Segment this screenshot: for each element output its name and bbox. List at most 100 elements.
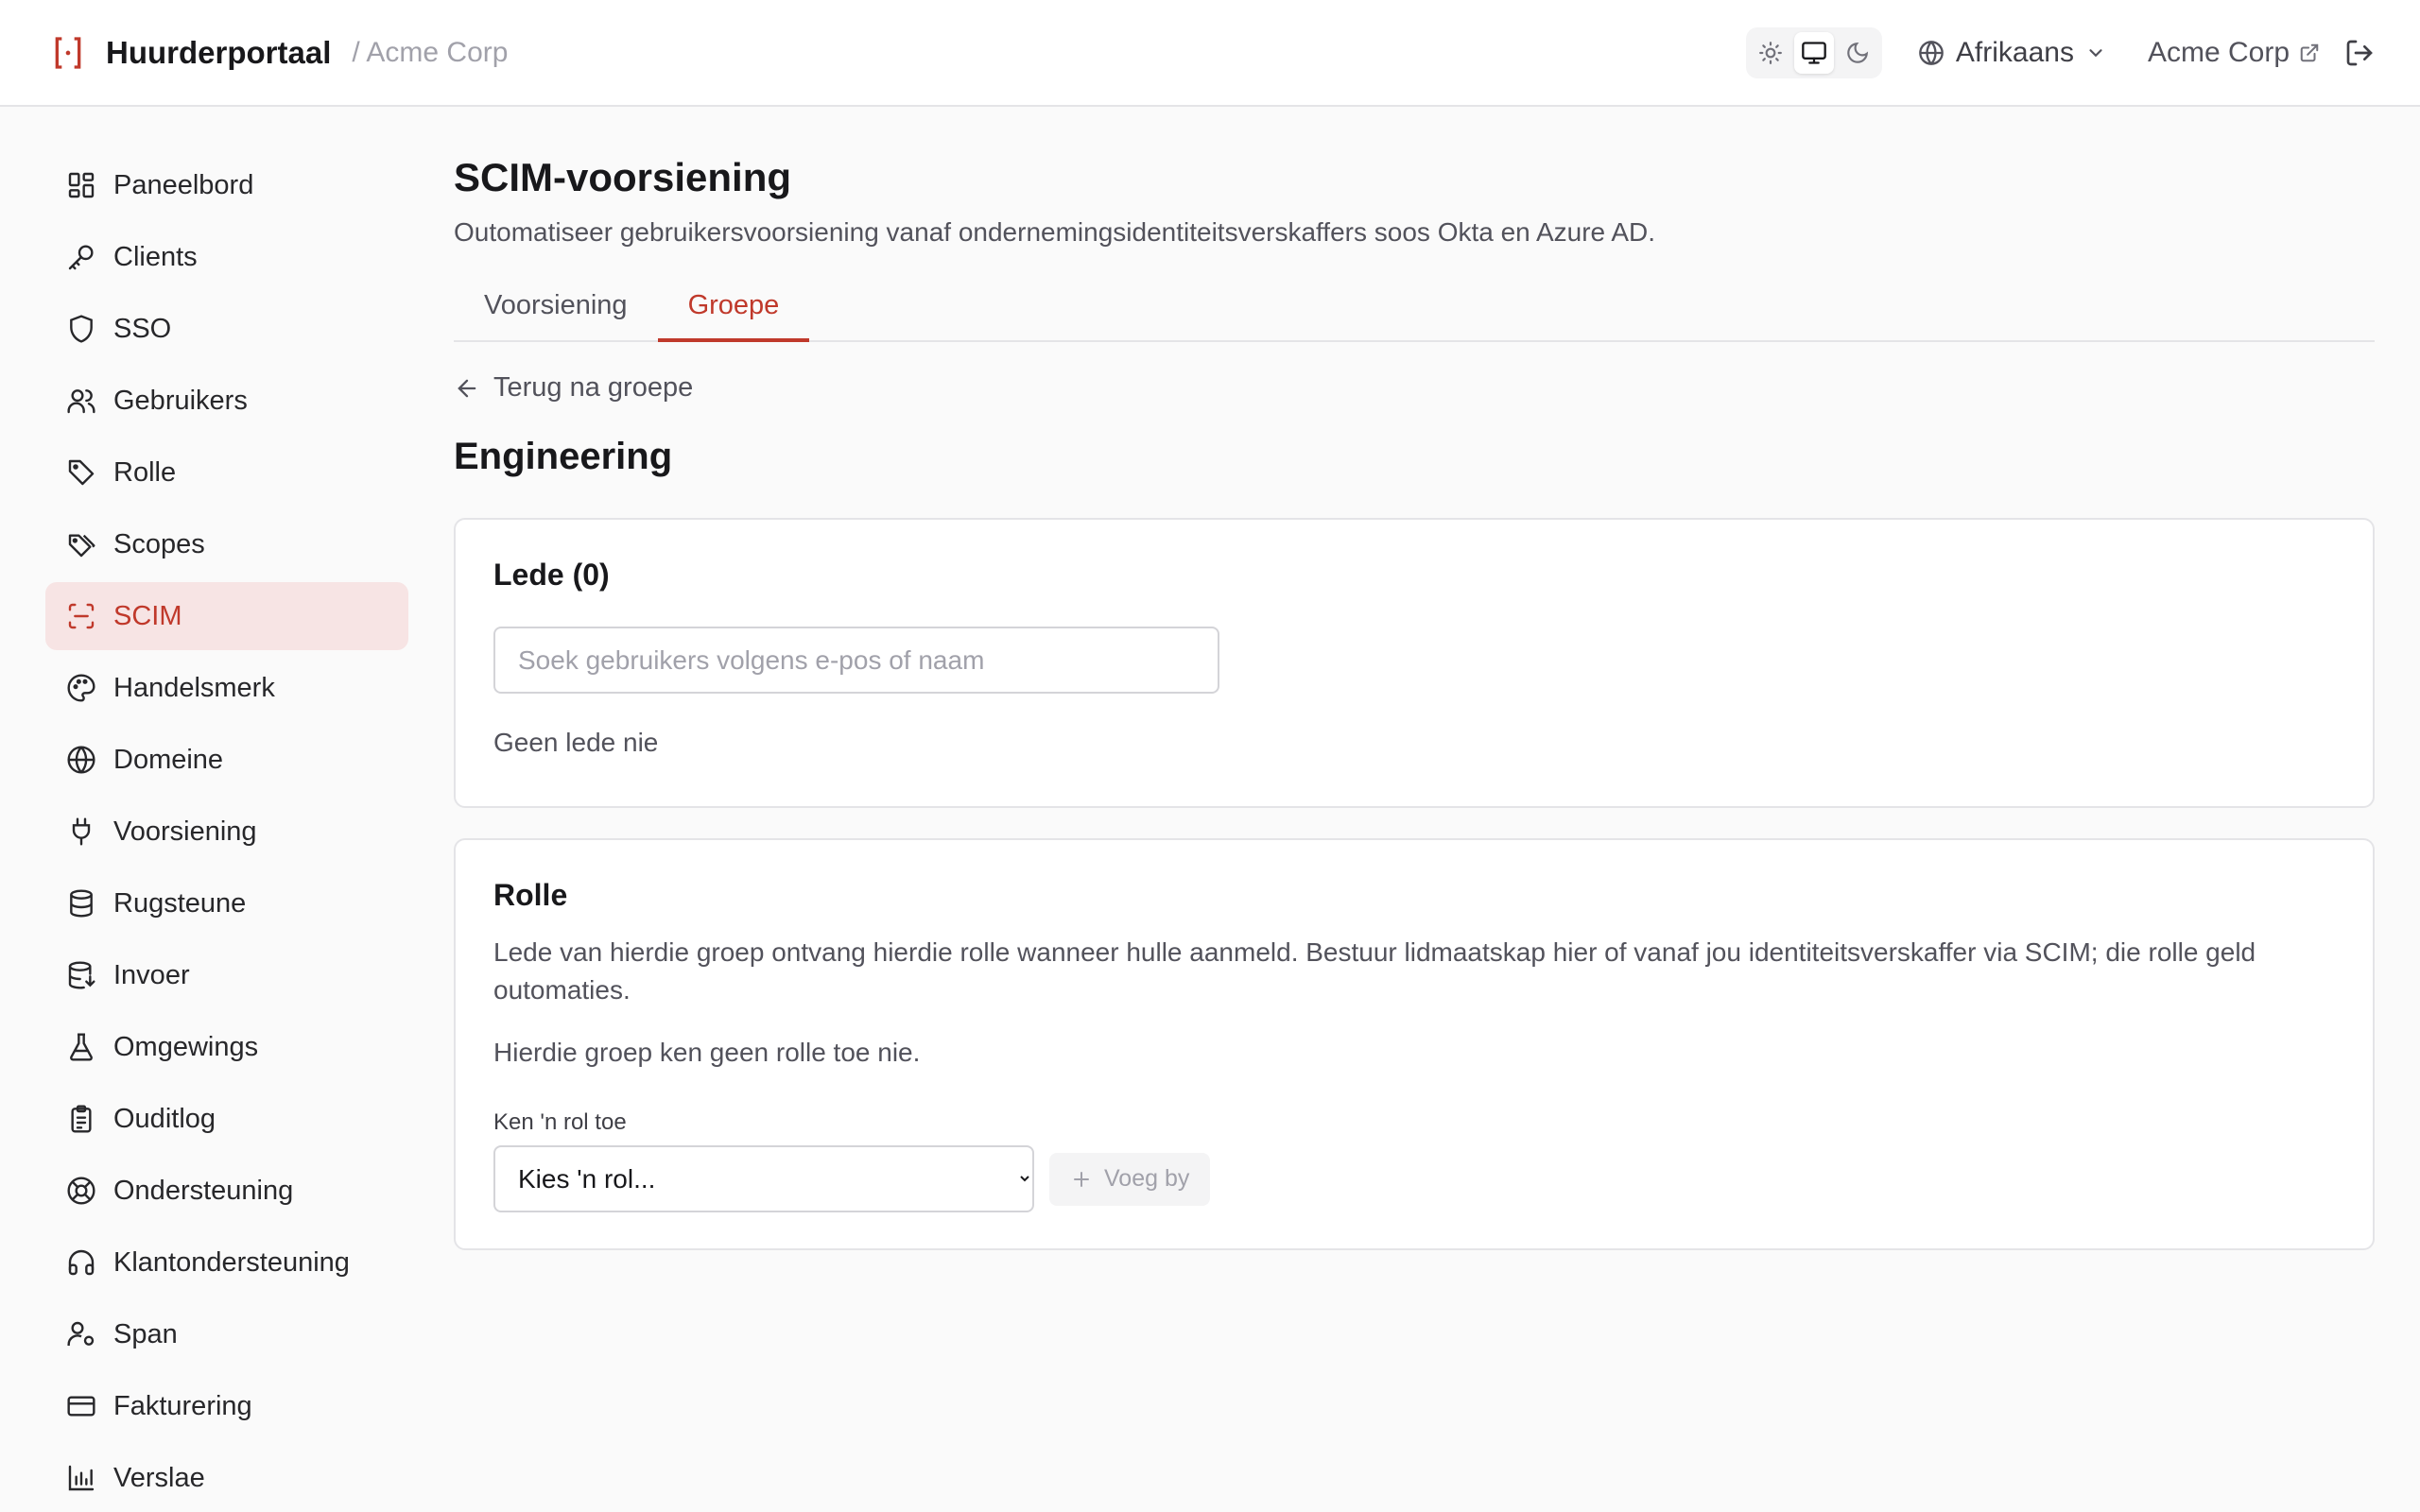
logout-button[interactable] xyxy=(2344,38,2375,68)
moon-icon xyxy=(1847,42,1868,63)
page-description: Outomatiseer gebruikersvoorsiening vanaf… xyxy=(454,217,1656,247)
assign-role-row: Kies 'n rol... Voeg by xyxy=(493,1145,2335,1212)
sun-icon xyxy=(1758,41,1782,64)
headphones-icon xyxy=(68,1249,95,1276)
role-select[interactable]: Kies 'n rol... xyxy=(493,1145,1034,1212)
member-search-input[interactable] xyxy=(493,627,1219,694)
users-icon xyxy=(67,389,95,414)
sidebar-item-rugsteune[interactable]: Rugsteune xyxy=(45,869,408,937)
monitor-icon xyxy=(1802,41,1826,64)
sidebar-item-label: Domeine xyxy=(113,744,224,775)
sidebar-item-handelsmerk[interactable]: Handelsmerk xyxy=(45,654,408,722)
globe-icon xyxy=(67,746,95,774)
sidebar-item-label: Voorsiening xyxy=(113,816,257,847)
sidebar-item-domeine[interactable]: Domeine xyxy=(45,726,408,794)
sidebar-item-fakturering[interactable]: Fakturering xyxy=(45,1372,408,1440)
sidebar-item-label: Ondersteuning xyxy=(113,1175,294,1206)
logout-icon xyxy=(2346,40,2373,65)
sidebar-item-clients[interactable]: Clients xyxy=(45,223,408,291)
sidebar-item-ouditlog[interactable]: Ouditlog xyxy=(45,1085,408,1153)
bar-chart-icon xyxy=(68,1465,95,1491)
sidebar-item-klantondersteuning[interactable]: Klantondersteuning xyxy=(45,1228,408,1297)
tab-groepe[interactable]: Groepe xyxy=(657,272,810,342)
group-title: Engineering xyxy=(454,436,673,477)
external-link-icon xyxy=(2300,43,2319,61)
tab-voorsiening[interactable]: Voorsiening xyxy=(454,272,658,342)
tags-icon xyxy=(68,534,95,558)
sidebar-item-scopes[interactable]: Scopes xyxy=(45,510,408,578)
page-title: SCIM-voorsiening xyxy=(454,155,792,199)
members-card: Lede (0) Geen lede nie xyxy=(454,518,2375,808)
dashboard-icon xyxy=(68,172,95,198)
scim-logo-icon xyxy=(55,36,81,69)
sidebar-item-label: Ouditlog xyxy=(113,1103,216,1134)
assign-role-label: Ken 'n rol toe xyxy=(493,1109,627,1135)
sidebar-item-label: SCIM xyxy=(113,600,182,631)
shield-icon xyxy=(70,315,93,343)
members-title: Lede (0) xyxy=(493,558,610,592)
sidebar-item-label: Omgewings xyxy=(113,1031,259,1062)
sidebar-item-label: Fakturering xyxy=(113,1390,252,1421)
sidebar-item-label: Scopes xyxy=(113,528,205,559)
sidebar-item-span[interactable]: Span xyxy=(45,1300,408,1368)
sidebar-item-invoer[interactable]: Invoer xyxy=(45,941,408,1009)
roles-description: Lede van hierdie groep ontvang hierdie r… xyxy=(493,937,2256,1005)
theme-toggle xyxy=(1745,26,1882,78)
globe-icon xyxy=(1919,40,1944,65)
arrow-left-icon xyxy=(458,379,476,397)
language-label: Afrikaans xyxy=(1955,36,2074,68)
credit-card-icon xyxy=(67,1396,95,1417)
roles-card: Rolle Lede van hierdie groep ontvang hie… xyxy=(454,838,2375,1250)
plug-icon xyxy=(72,817,91,846)
main-content: SCIM-voorsiening Outomatiseer gebruikers… xyxy=(454,151,2375,1250)
sidebar-item-label: Verslae xyxy=(113,1462,205,1493)
clipboard-icon xyxy=(71,1105,92,1133)
tenant-external-link[interactable]: Acme Corp xyxy=(2148,37,2320,69)
sidebar-item-label: Gebruikers xyxy=(113,385,248,416)
system-theme-button[interactable] xyxy=(1793,31,1834,74)
tenant-link-label: Acme Corp xyxy=(2147,36,2290,68)
brand[interactable]: Huurderportaal / Acme Corp xyxy=(49,34,508,72)
top-header: Huurderportaal / Acme Corp Afrikaans Acm… xyxy=(0,0,2420,107)
chevron-down-icon xyxy=(2089,48,2102,57)
sidebar-item-ondersteuning[interactable]: Ondersteuning xyxy=(45,1157,408,1225)
sidebar-nav: Paneelbord Clients SSO Gebruikers Rolle … xyxy=(45,151,408,1512)
sidebar-item-label: Handelsmerk xyxy=(113,672,275,703)
add-role-button[interactable]: Voeg by xyxy=(1049,1152,1211,1206)
sidebar-item-rolle[interactable]: Rolle xyxy=(45,438,408,507)
back-to-groups-link[interactable]: Terug na groepe xyxy=(454,372,2375,404)
sidebar-item-label: Clients xyxy=(113,241,198,272)
sidebar-item-label: SSO xyxy=(113,313,172,344)
plus-icon xyxy=(1074,1171,1089,1187)
tab-bar: Voorsiening Groepe xyxy=(454,272,2375,342)
sidebar-item-label: Invoer xyxy=(113,959,190,990)
sidebar-item-gebruikers[interactable]: Gebruikers xyxy=(45,367,408,435)
language-selector[interactable]: Afrikaans xyxy=(1918,37,2106,69)
scan-icon xyxy=(68,603,95,629)
sidebar-item-label: Klantondersteuning xyxy=(113,1246,350,1278)
lifebuoy-icon xyxy=(67,1177,95,1205)
members-empty-text: Geen lede nie xyxy=(493,728,659,757)
sidebar-item-label: Span xyxy=(113,1318,178,1349)
sidebar-item-label: Paneelbord xyxy=(113,169,254,200)
sidebar-item-label: Rugsteune xyxy=(113,887,247,919)
palette-icon xyxy=(67,674,95,702)
back-link-label: Terug na groepe xyxy=(493,372,694,403)
sidebar-item-sso[interactable]: SSO xyxy=(45,295,408,363)
roles-title: Rolle xyxy=(493,878,568,912)
sidebar-item-voorsiening[interactable]: Voorsiening xyxy=(45,798,408,866)
sidebar-item-scim[interactable]: SCIM xyxy=(45,582,408,650)
dark-theme-button[interactable] xyxy=(1838,32,1877,74)
tag-icon xyxy=(68,459,95,486)
flask-icon xyxy=(70,1033,93,1061)
database-icon xyxy=(70,889,93,918)
key-icon xyxy=(68,245,94,270)
light-theme-button[interactable] xyxy=(1751,32,1790,74)
user-cog-icon xyxy=(67,1321,95,1346)
sidebar-item-label: Rolle xyxy=(113,456,177,488)
sidebar-item-verslae[interactable]: Verslae xyxy=(45,1444,408,1512)
sidebar-item-omgewings[interactable]: Omgewings xyxy=(45,1013,408,1081)
roles-empty-text: Hierdie groep ken geen rolle toe nie. xyxy=(493,1038,921,1067)
tenant-breadcrumb: / Acme Corp xyxy=(352,36,509,68)
sidebar-item-paneelbord[interactable]: Paneelbord xyxy=(45,151,408,219)
